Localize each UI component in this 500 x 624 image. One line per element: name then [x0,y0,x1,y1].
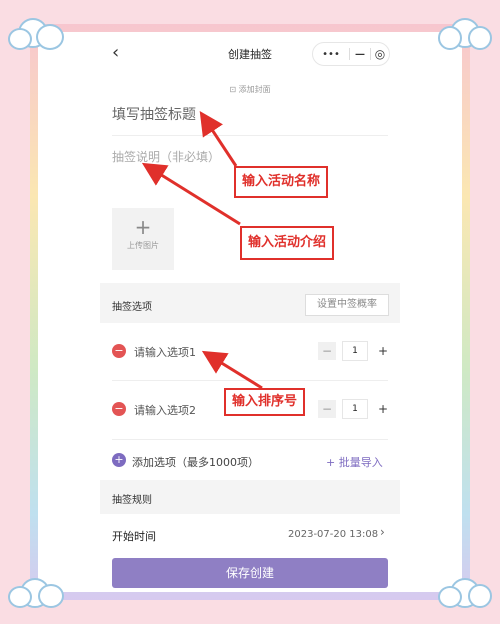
arrow-to-option [201,350,263,390]
annotation-sort-number: 输入排序号 [224,388,306,416]
arrow-to-title [199,110,238,167]
annotation-activity-name: 输入活动名称 [234,166,329,198]
arrow-to-description [141,162,241,226]
annotation-activity-intro: 输入活动介绍 [240,226,335,260]
annotation-arrows [141,110,263,390]
